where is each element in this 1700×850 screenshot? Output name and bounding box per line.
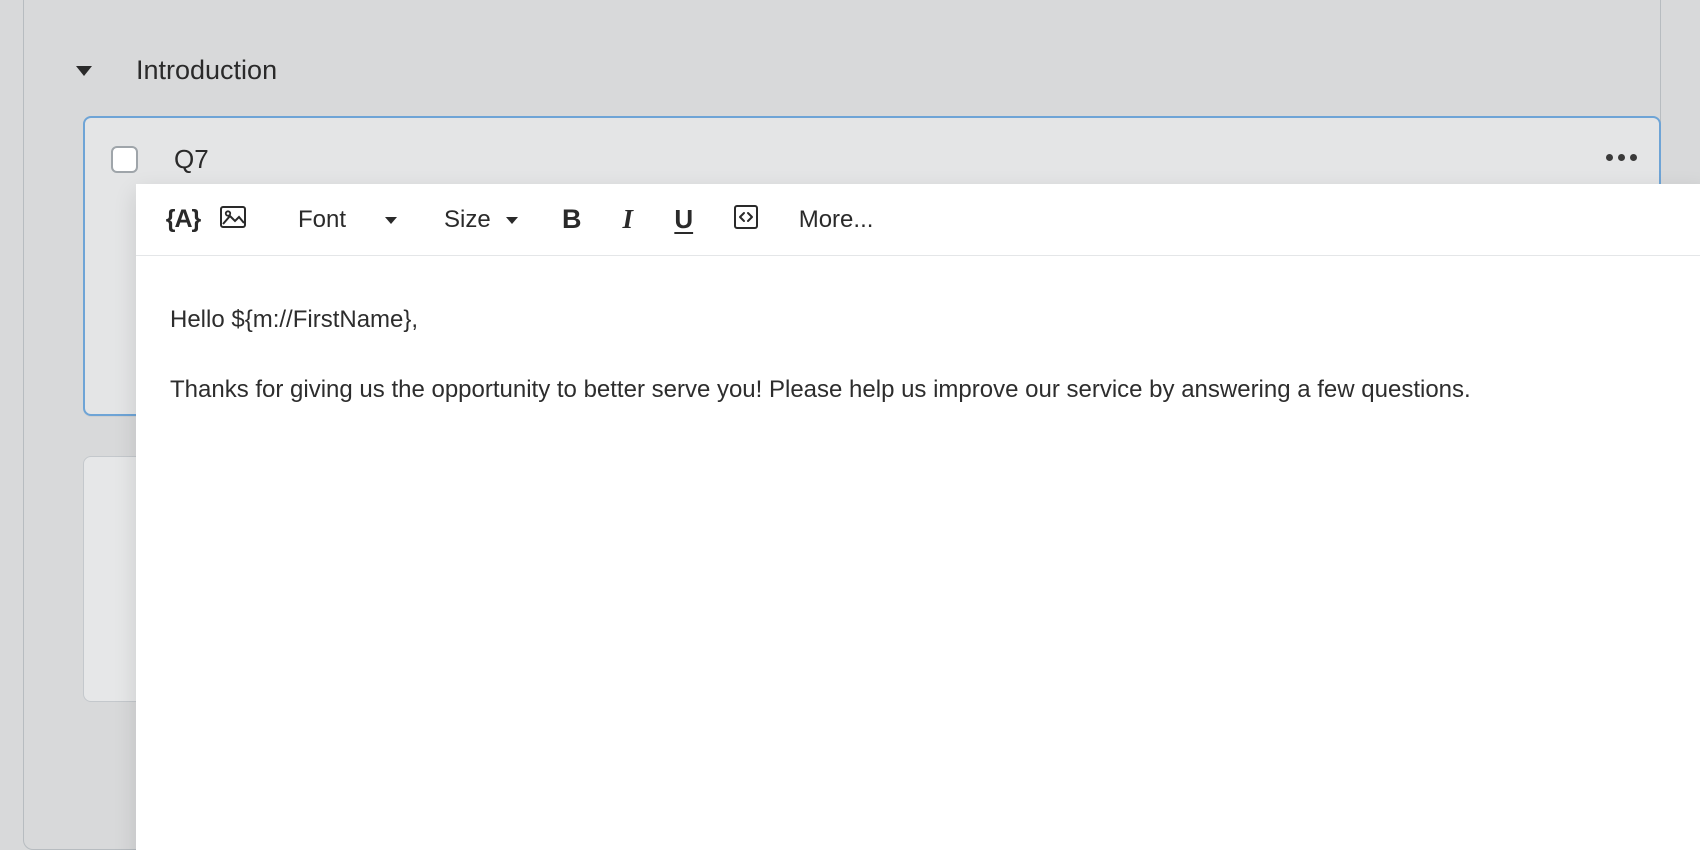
piped-text-icon: {A}	[166, 205, 201, 234]
editor-paragraph: Thanks for giving us the opportunity to …	[170, 372, 1672, 408]
piped-text-button[interactable]: {A}	[158, 195, 208, 245]
rich-text-editor: {A} Font Size	[136, 184, 1700, 850]
bold-button[interactable]: B	[547, 195, 597, 245]
chevron-down-icon	[505, 215, 519, 225]
font-family-dropdown[interactable]: Font	[280, 206, 406, 234]
editor-content-area[interactable]: Hello ${m://FirstName}, Thanks for givin…	[136, 256, 1700, 488]
underline-button[interactable]: U	[659, 195, 709, 245]
source-button[interactable]	[721, 195, 771, 245]
source-code-icon	[733, 204, 759, 235]
font-label: Font	[298, 206, 346, 234]
image-icon	[220, 206, 246, 233]
chevron-down-icon	[384, 215, 398, 225]
font-size-dropdown[interactable]: Size	[426, 206, 527, 234]
question-actions-menu-icon[interactable]	[1606, 154, 1637, 161]
question-header: Q7	[111, 144, 209, 175]
editor-toolbar: {A} Font Size	[136, 184, 1700, 256]
editor-paragraph: Hello ${m://FirstName},	[170, 302, 1672, 338]
bold-icon: B	[562, 204, 582, 235]
collapse-caret-icon[interactable]	[74, 64, 94, 78]
question-select-checkbox[interactable]	[111, 146, 138, 173]
survey-builder-page: Introduction Q7 Q2	[0, 0, 1700, 850]
italic-icon: I	[622, 204, 633, 235]
question-id-label: Q7	[174, 144, 209, 175]
underline-icon: U	[674, 204, 693, 235]
size-label: Size	[444, 206, 491, 234]
insert-image-button[interactable]	[208, 195, 258, 245]
italic-button[interactable]: I	[603, 195, 653, 245]
more-button[interactable]: More...	[793, 195, 880, 245]
block-header: Introduction	[74, 55, 277, 86]
block-title: Introduction	[136, 55, 277, 86]
more-label: More...	[799, 206, 874, 234]
